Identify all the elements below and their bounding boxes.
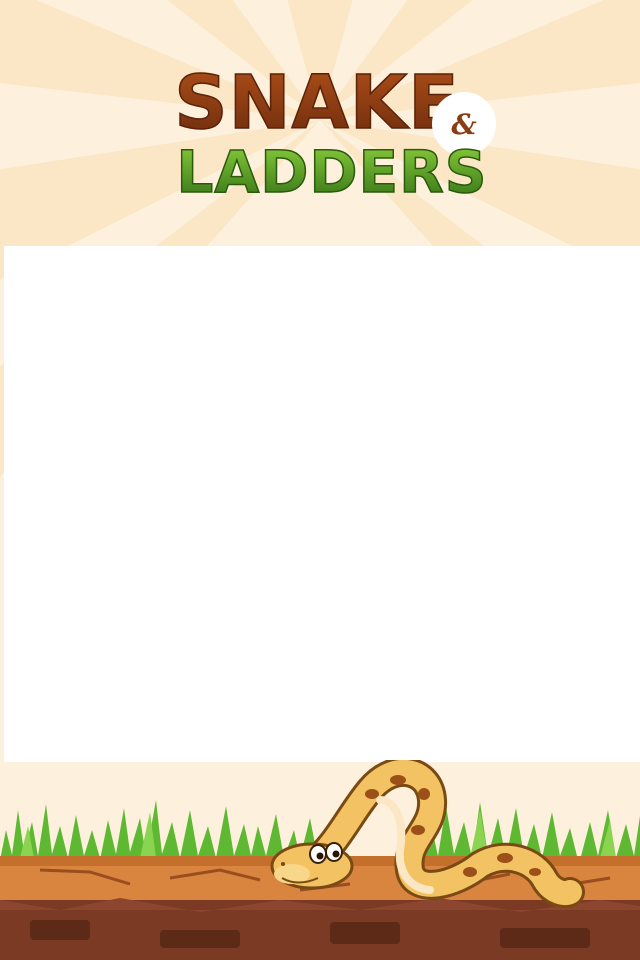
title-ampersand: & <box>451 108 476 141</box>
title-ladders: LADDERS <box>176 138 487 206</box>
title-snake: SNAKE <box>174 60 459 146</box>
content-panel <box>4 246 640 762</box>
game-logo: SNAKE & LADDERS <box>0 40 640 240</box>
snake-mascot-icon <box>270 760 585 909</box>
ground-scene <box>0 760 640 960</box>
